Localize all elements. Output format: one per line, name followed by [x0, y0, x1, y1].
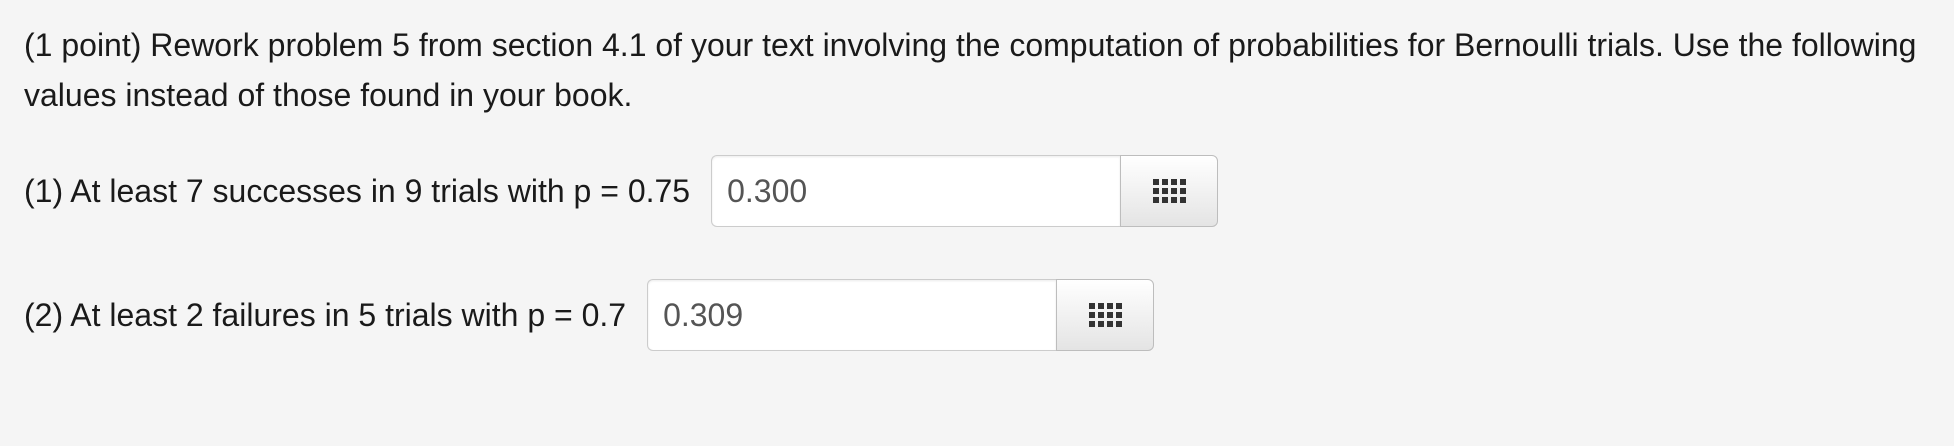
grid-icon	[1088, 303, 1122, 327]
grid-icon	[1152, 179, 1186, 203]
answer-group-1	[711, 155, 1219, 227]
question-row-1: (1) At least 7 successes in 9 trials wit…	[24, 154, 1219, 228]
question-1-label: (1) At least 7 successes in 9 trials wit…	[24, 173, 691, 209]
equation-palette-button-2[interactable]	[1056, 279, 1155, 351]
question-2-label: (2) At least 2 failures in 5 trials with…	[24, 297, 627, 333]
problem-statement: (1 point) Rework problem 5 from section …	[24, 27, 1917, 113]
answer-input-2[interactable]	[647, 279, 1057, 351]
answer-group-2	[647, 279, 1155, 351]
answer-input-1[interactable]	[711, 155, 1121, 227]
question-row-2: (2) At least 2 failures in 5 trials with…	[24, 278, 1155, 352]
equation-palette-button-1[interactable]	[1120, 155, 1219, 227]
